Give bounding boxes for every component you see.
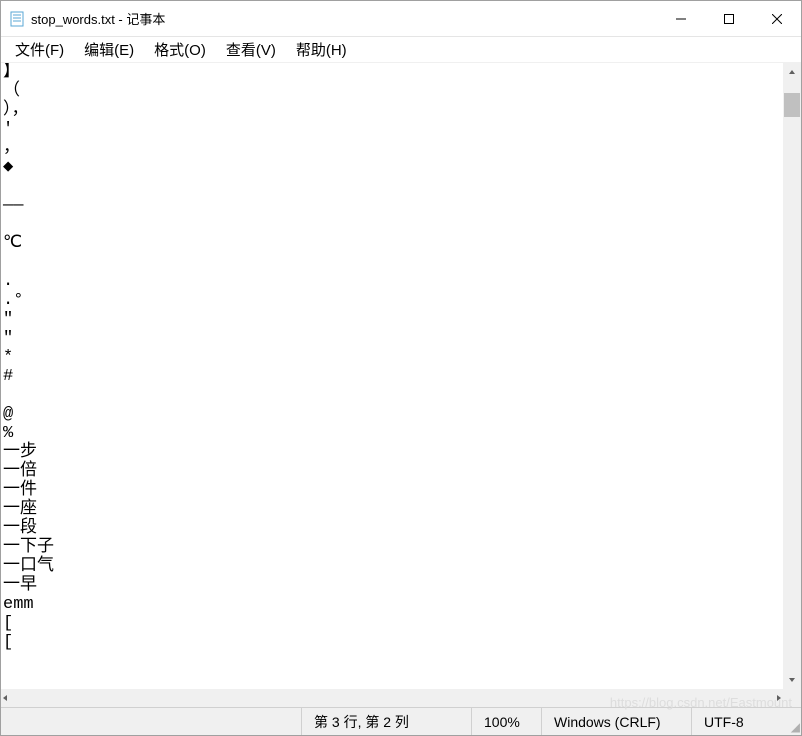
vertical-scrollbar[interactable] bbox=[783, 63, 801, 689]
menu-format[interactable]: 格式(O) bbox=[144, 37, 216, 62]
status-empty bbox=[1, 708, 301, 735]
notepad-icon bbox=[9, 11, 25, 27]
editor-text[interactable]: 】 （ ）， ' ， ◆ —— ℃ . .° " " * # @ % 一步 一倍… bbox=[1, 63, 783, 689]
resize-grip[interactable]: ◢ bbox=[788, 722, 800, 734]
window-title: stop_words.txt - 记事本 bbox=[31, 9, 165, 28]
status-zoom: 100% bbox=[471, 708, 541, 735]
maximize-button[interactable] bbox=[705, 1, 753, 36]
scroll-thumb[interactable] bbox=[784, 93, 800, 117]
menubar: 文件(F) 编辑(E) 格式(O) 查看(V) 帮助(H) bbox=[1, 37, 801, 63]
hscroll-track[interactable] bbox=[9, 689, 775, 707]
scroll-up-button[interactable] bbox=[783, 63, 801, 81]
scroll-track[interactable] bbox=[783, 81, 801, 671]
status-encoding: UTF-8 bbox=[691, 708, 801, 735]
minimize-button[interactable] bbox=[657, 1, 705, 36]
editor-area: 】 （ ）， ' ， ◆ —— ℃ . .° " " * # @ % 一步 一倍… bbox=[1, 63, 801, 689]
statusbar: 第 3 行, 第 2 列 100% Windows (CRLF) UTF-8 bbox=[1, 707, 801, 735]
menu-file[interactable]: 文件(F) bbox=[5, 37, 74, 62]
menu-view[interactable]: 查看(V) bbox=[216, 37, 286, 62]
window-controls bbox=[657, 1, 801, 36]
horizontal-scrollbar[interactable] bbox=[1, 689, 801, 707]
close-button[interactable] bbox=[753, 1, 801, 36]
status-position: 第 3 行, 第 2 列 bbox=[301, 708, 471, 735]
scroll-left-button[interactable] bbox=[1, 689, 9, 707]
scroll-down-button[interactable] bbox=[783, 671, 801, 689]
status-line-ending: Windows (CRLF) bbox=[541, 708, 691, 735]
menu-help[interactable]: 帮助(H) bbox=[286, 37, 357, 62]
titlebar: stop_words.txt - 记事本 bbox=[1, 1, 801, 37]
scroll-right-button[interactable] bbox=[775, 689, 783, 707]
menu-edit[interactable]: 编辑(E) bbox=[74, 37, 144, 62]
